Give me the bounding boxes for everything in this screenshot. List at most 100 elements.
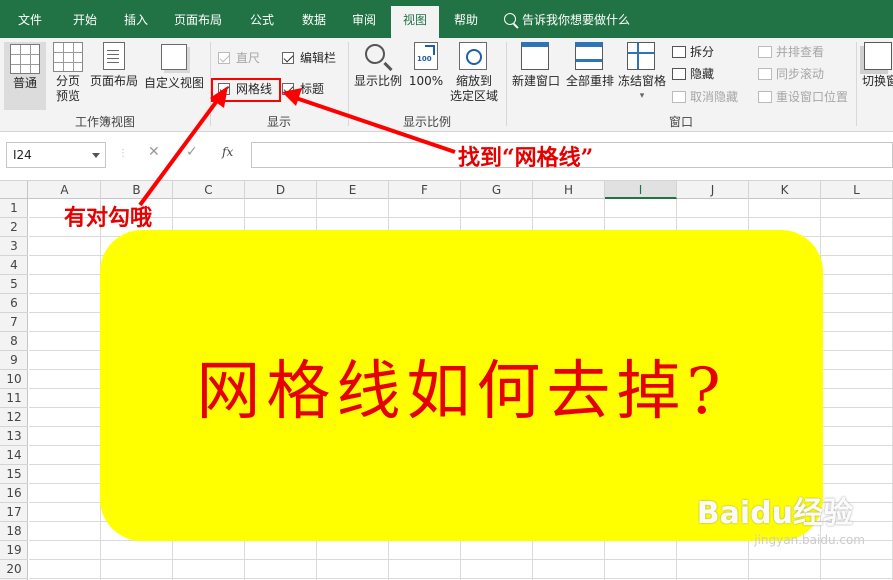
row-header[interactable]: 6 [0, 294, 28, 313]
name-box[interactable]: I24 [6, 142, 106, 168]
column-header[interactable]: L [821, 181, 893, 199]
select-all-corner[interactable] [0, 181, 28, 199]
row-header[interactable]: 10 [0, 370, 28, 389]
row-header[interactable]: 16 [0, 484, 28, 503]
row-headers: 1 2 3 4 5 6 7 8 9 10 11 12 13 14 15 16 1… [0, 199, 28, 580]
row-header[interactable]: 5 [0, 275, 28, 294]
enter-icon[interactable]: ✓ [186, 144, 198, 160]
baidu-watermark-url: jingyan.baidu.com [754, 533, 865, 547]
column-header[interactable]: D [245, 181, 317, 199]
row-header[interactable]: 15 [0, 465, 28, 484]
column-headers: A B C D E F G H I J K L [0, 181, 893, 199]
menu-bar: 文件 开始 插入 页面布局 公式 数据 审阅 视图 帮助 告诉我你想要做什么 [0, 0, 893, 38]
row-header[interactable]: 3 [0, 237, 28, 256]
zoom-to-selection-button[interactable]: 缩放到 选定区域 [446, 42, 502, 104]
side-by-side-label: 并排查看 [776, 45, 825, 59]
switch-windows-icon [864, 42, 893, 72]
tab-home[interactable]: 开始 [58, 0, 112, 38]
row-header[interactable]: 8 [0, 332, 28, 351]
normal-view-icon [10, 44, 40, 74]
annotation-find-gridlines: 找到“网格线” [458, 145, 594, 171]
zoom-to-selection-label-2: 选定区域 [449, 89, 498, 103]
page-break-label-1: 分页 [55, 74, 80, 88]
hide-button[interactable]: 隐藏 [672, 65, 714, 83]
hide-label: 隐藏 [690, 67, 715, 81]
normal-view-button[interactable]: 普通 [4, 42, 46, 110]
row-header[interactable]: 11 [0, 389, 28, 408]
unhide-label: 取消隐藏 [690, 90, 739, 104]
tell-me-text: 告诉我你想要做什么 [522, 13, 631, 27]
show-group-label: 显示 [266, 115, 291, 129]
page-break-icon [53, 42, 83, 72]
tab-review[interactable]: 审阅 [340, 0, 388, 38]
column-header[interactable]: E [317, 181, 389, 199]
switch-windows-button[interactable]: 切换窗 [862, 42, 893, 89]
tab-page-layout[interactable]: 页面布局 [164, 0, 232, 38]
formula-bar-label: 编辑栏 [300, 51, 337, 65]
hide-icon [672, 68, 686, 80]
column-header[interactable]: G [461, 181, 533, 199]
page-break-label-2: 预览 [55, 89, 80, 103]
tab-insert[interactable]: 插入 [112, 0, 160, 38]
new-window-button[interactable]: 新建窗口 [510, 42, 562, 89]
sync-scroll-label: 同步滚动 [776, 67, 825, 81]
reset-position-icon [758, 91, 772, 103]
column-header[interactable]: A [29, 181, 101, 199]
row-header[interactable]: 9 [0, 351, 28, 370]
row-header[interactable]: 13 [0, 427, 28, 446]
freeze-panes-icon [627, 42, 657, 72]
formula-bar: I24 ⋮ ✕ ✓ fx [0, 133, 893, 181]
custom-views-icon [159, 44, 189, 74]
formula-bar-checkbox[interactable]: 编辑栏 [282, 50, 336, 66]
cancel-icon[interactable]: ✕ [148, 144, 160, 160]
custom-views-button[interactable]: 自定义视图 [142, 42, 206, 91]
ribbon: 普通 分页 预览 页面布局 自定义视图 工作簿视图 直尺 编辑栏 网格线 标题 … [0, 38, 893, 132]
freeze-panes-button[interactable]: 冻结窗格 ▾ [616, 42, 668, 104]
zoom-label: 显示比例 [353, 74, 402, 88]
chevron-down-icon[interactable] [92, 153, 100, 158]
row-header[interactable]: 19 [0, 541, 28, 560]
headings-checkbox[interactable]: 标题 [282, 81, 324, 97]
zoom-100-button[interactable]: 100 100% [408, 42, 444, 89]
window-group-label: 窗口 [668, 115, 693, 129]
column-header[interactable]: C [173, 181, 245, 199]
search-icon [504, 13, 516, 25]
row-header[interactable]: 12 [0, 408, 28, 427]
row-header[interactable]: 2 [0, 218, 28, 237]
checkbox-icon [282, 52, 294, 64]
page-layout-icon [99, 42, 129, 72]
tab-data[interactable]: 数据 [290, 0, 338, 38]
page-break-preview-button[interactable]: 分页 预览 [50, 42, 86, 104]
arrange-all-label: 全部重排 [565, 74, 614, 88]
freeze-panes-label: 冻结窗格 [617, 74, 666, 88]
tab-view[interactable]: 视图 [391, 6, 439, 38]
tell-me-search[interactable]: 告诉我你想要做什么 [504, 0, 630, 38]
column-header[interactable]: B [101, 181, 173, 199]
column-header[interactable]: H [533, 181, 605, 199]
column-header-selected[interactable]: I [605, 181, 677, 199]
zoom-button[interactable]: 显示比例 [352, 42, 404, 89]
row-header[interactable]: 18 [0, 522, 28, 541]
column-header[interactable]: K [749, 181, 821, 199]
tab-formulas[interactable]: 公式 [236, 0, 288, 38]
page-layout-view-button[interactable]: 页面布局 [88, 42, 140, 89]
arrange-all-button[interactable]: 全部重排 [564, 42, 616, 89]
baidu-watermark: Baidu经验 [696, 496, 853, 531]
checkbox-icon [218, 52, 230, 64]
row-header[interactable]: 4 [0, 256, 28, 275]
row-header[interactable]: 17 [0, 503, 28, 522]
split-icon [672, 46, 686, 58]
column-header[interactable]: F [389, 181, 461, 199]
insert-function-icon[interactable]: fx [222, 145, 233, 159]
row-header[interactable]: 7 [0, 313, 28, 332]
tab-help[interactable]: 帮助 [442, 0, 490, 38]
switch-windows-label: 切换窗 [862, 74, 893, 88]
zoom-group-label: 显示比例 [402, 115, 451, 129]
unhide-icon [672, 91, 686, 103]
column-header[interactable]: J [677, 181, 749, 199]
split-button[interactable]: 拆分 [672, 43, 714, 61]
row-header[interactable]: 1 [0, 199, 28, 218]
tab-file[interactable]: 文件 [6, 0, 54, 38]
row-header[interactable]: 14 [0, 446, 28, 465]
row-header[interactable]: 20 [0, 560, 28, 579]
